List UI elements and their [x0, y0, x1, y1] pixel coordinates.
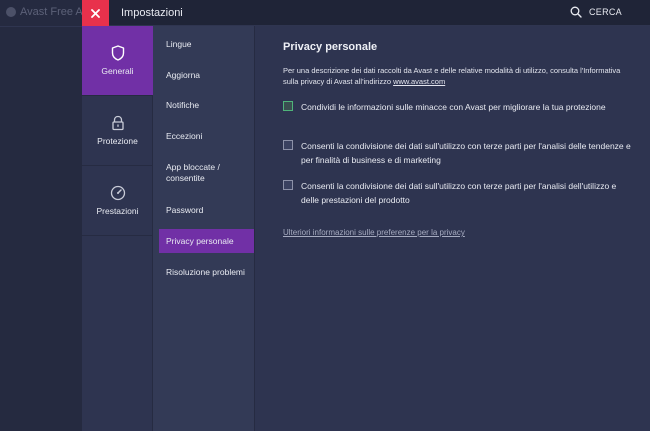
avast-website-link[interactable]: www.avast.com	[393, 77, 445, 86]
category-protezione[interactable]: Protezione	[82, 96, 153, 166]
settings-dialog: Impostazioni CERCA Generali Protezione P…	[82, 0, 650, 431]
submenu-item-app-bloccate[interactable]: App bloccate / consentite	[159, 157, 254, 189]
threat-sharing-label: Condividi le informazioni sulle minacce …	[301, 102, 606, 112]
content-panel: Privacy personale Per una descrizione de…	[255, 26, 650, 431]
privacy-description-text: Per una descrizione dei dati raccolti da…	[283, 66, 621, 86]
search-icon	[570, 6, 582, 18]
avast-logo-icon	[6, 7, 16, 17]
category-label: Generali	[101, 66, 134, 76]
analytics-sharing-checkbox[interactable]	[283, 180, 293, 190]
submenu-item-risoluzione-problemi[interactable]: Risoluzione problemi	[159, 262, 254, 282]
analytics-sharing-label: Consenti la condivisione dei dati sull'u…	[301, 181, 617, 205]
privacy-option-threat-sharing: Condividi le informazioni sulle minacce …	[283, 100, 633, 114]
titlebar: Impostazioni CERCA	[82, 0, 650, 26]
gauge-icon	[110, 185, 125, 201]
search-label: CERCA	[588, 7, 622, 17]
privacy-option-marketing-sharing: Consenti la condivisione dei dati sull'u…	[283, 139, 633, 167]
submenu-item-password[interactable]: Password	[159, 200, 254, 220]
category-prestazioni[interactable]: Prestazioni	[82, 166, 153, 236]
marketing-sharing-label: Consenti la condivisione dei dati sull'u…	[301, 141, 631, 165]
close-icon	[91, 8, 100, 18]
privacy-description: Per una descrizione dei dati raccolti da…	[283, 65, 623, 87]
privacy-option-analytics-sharing: Consenti la condivisione dei dati sull'u…	[283, 179, 633, 207]
settings-submenu: Lingue Aggiorna Notifiche Eccezioni App …	[153, 26, 255, 431]
page-title: Privacy personale	[283, 41, 378, 53]
privacy-preferences-link[interactable]: Ulteriori informazioni sulle preferenze …	[283, 228, 465, 237]
dialog-title: Impostazioni	[121, 7, 183, 19]
lock-icon	[111, 115, 124, 131]
category-label: Prestazioni	[96, 206, 139, 216]
category-generali[interactable]: Generali	[82, 26, 153, 96]
search-button[interactable]: CERCA	[570, 6, 622, 18]
submenu-item-aggiorna[interactable]: Aggiorna	[159, 65, 254, 85]
background-app: Avast Free A	[0, 0, 83, 431]
submenu-item-lingue[interactable]: Lingue	[159, 34, 254, 54]
shield-icon	[111, 45, 124, 61]
background-app-title: Avast Free A	[6, 6, 83, 18]
submenu-item-notifiche[interactable]: Notifiche	[159, 95, 254, 115]
submenu-item-eccezioni[interactable]: Eccezioni	[159, 126, 254, 146]
category-sidebar: Generali Protezione Prestazioni	[82, 26, 153, 431]
background-divider	[0, 26, 82, 27]
threat-sharing-checkbox[interactable]	[283, 101, 293, 111]
background-app-title-text: Avast Free A	[20, 6, 83, 18]
category-label: Protezione	[97, 136, 138, 146]
marketing-sharing-checkbox[interactable]	[283, 140, 293, 150]
submenu-item-privacy-personale[interactable]: Privacy personale	[159, 229, 254, 253]
close-button[interactable]	[82, 0, 109, 26]
